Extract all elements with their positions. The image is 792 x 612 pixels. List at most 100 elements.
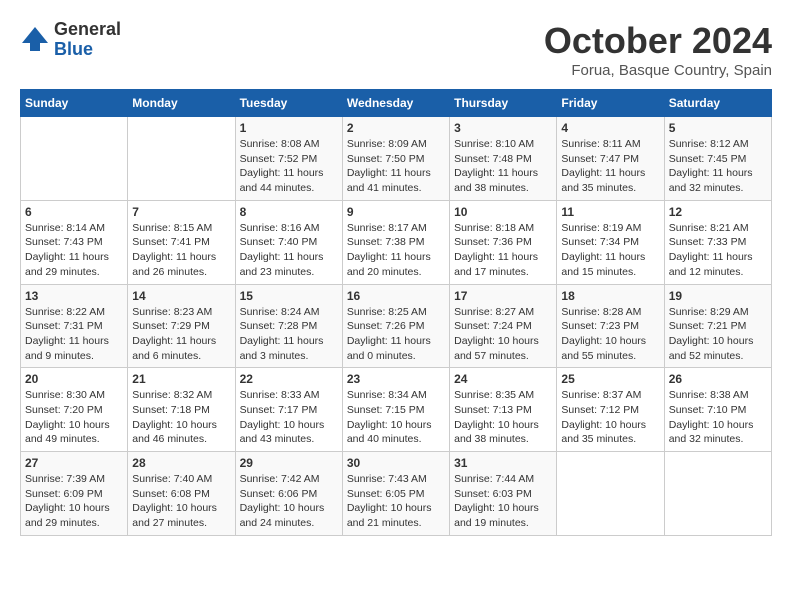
day-number: 26 — [669, 372, 767, 386]
week-row-3: 13 Sunrise: 8:22 AM Sunset: 7:31 PM Dayli… — [21, 284, 772, 368]
day-detail: Sunrise: 8:21 AM Sunset: 7:33 PM Dayligh… — [669, 221, 767, 280]
day-cell: 4 Sunrise: 8:11 AM Sunset: 7:47 PM Daylig… — [557, 117, 664, 201]
day-number: 31 — [454, 456, 552, 470]
day-detail: Sunrise: 8:16 AM Sunset: 7:40 PM Dayligh… — [240, 221, 338, 280]
day-detail: Sunrise: 8:10 AM Sunset: 7:48 PM Dayligh… — [454, 137, 552, 196]
day-cell: 9 Sunrise: 8:17 AM Sunset: 7:38 PM Daylig… — [342, 200, 449, 284]
day-detail: Sunrise: 8:15 AM Sunset: 7:41 PM Dayligh… — [132, 221, 230, 280]
day-cell: 2Sunrise: 8:09 AM Sunset: 7:50 PM Daylig… — [342, 117, 449, 201]
day-detail: Sunrise: 8:27 AM Sunset: 7:24 PM Dayligh… — [454, 305, 552, 364]
day-cell: 7Sunrise: 8:15 AM Sunset: 7:41 PM Daylig… — [128, 200, 235, 284]
day-cell: 29 Sunrise: 7:42 AM Sunset: 6:06 PM Dayli… — [235, 452, 342, 536]
day-cell: 17Sunrise: 8:27 AM Sunset: 7:24 PM Dayli… — [450, 284, 557, 368]
day-detail: Sunrise: 7:40 AM Sunset: 6:08 PM Dayligh… — [132, 472, 230, 531]
day-detail: Sunrise: 8:25 AM Sunset: 7:26 PM Dayligh… — [347, 305, 445, 364]
day-number: 12 — [669, 205, 767, 219]
day-detail: Sunrise: 8:18 AM Sunset: 7:36 PM Dayligh… — [454, 221, 552, 280]
day-detail: Sunrise: 8:28 AM Sunset: 7:23 PM Dayligh… — [561, 305, 659, 364]
day-cell: 26 Sunrise: 8:38 AM Sunset: 7:10 PM Dayli… — [664, 368, 771, 452]
day-detail: Sunrise: 8:33 AM Sunset: 7:17 PM Dayligh… — [240, 388, 338, 447]
day-cell — [557, 452, 664, 536]
day-cell: 10 Sunrise: 8:18 AM Sunset: 7:36 PM Dayli… — [450, 200, 557, 284]
day-cell: 30 Sunrise: 7:43 AM Sunset: 6:05 PM Dayli… — [342, 452, 449, 536]
day-number: 16 — [347, 289, 445, 303]
day-number: 22 — [240, 372, 338, 386]
day-number: 11 — [561, 205, 659, 219]
day-detail: Sunrise: 8:38 AM Sunset: 7:10 PM Dayligh… — [669, 388, 767, 447]
day-detail: Sunrise: 7:42 AM Sunset: 6:06 PM Dayligh… — [240, 472, 338, 531]
weekday-saturday: Saturday — [664, 90, 771, 117]
day-number: 29 — [240, 456, 338, 470]
day-cell: 6 Sunrise: 8:14 AM Sunset: 7:43 PM Daylig… — [21, 200, 128, 284]
day-detail: Sunrise: 8:37 AM Sunset: 7:12 PM Dayligh… — [561, 388, 659, 447]
day-cell: 25 Sunrise: 8:37 AM Sunset: 7:12 PM Dayli… — [557, 368, 664, 452]
day-number: 6 — [25, 205, 123, 219]
day-cell: 28 Sunrise: 7:40 AM Sunset: 6:08 PM Dayli… — [128, 452, 235, 536]
week-row-4: 20Sunrise: 8:30 AM Sunset: 7:20 PM Dayli… — [21, 368, 772, 452]
weekday-wednesday: Wednesday — [342, 90, 449, 117]
day-number: 1 — [240, 121, 338, 135]
day-detail: Sunrise: 8:24 AM Sunset: 7:28 PM Dayligh… — [240, 305, 338, 364]
weekday-header-row: SundayMondayTuesdayWednesdayThursdayFrid… — [21, 90, 772, 117]
location: Forua, Basque Country, Spain — [544, 62, 772, 79]
day-cell: 15Sunrise: 8:24 AM Sunset: 7:28 PM Dayli… — [235, 284, 342, 368]
day-cell: 3Sunrise: 8:10 AM Sunset: 7:48 PM Daylig… — [450, 117, 557, 201]
calendar-body: 1 Sunrise: 8:08 AM Sunset: 7:52 PM Daylig… — [21, 117, 772, 536]
day-detail: Sunrise: 8:30 AM Sunset: 7:20 PM Dayligh… — [25, 388, 123, 447]
day-detail: Sunrise: 8:22 AM Sunset: 7:31 PM Dayligh… — [25, 305, 123, 364]
day-number: 19 — [669, 289, 767, 303]
day-number: 30 — [347, 456, 445, 470]
day-cell: 21Sunrise: 8:32 AM Sunset: 7:18 PM Dayli… — [128, 368, 235, 452]
day-detail: Sunrise: 8:14 AM Sunset: 7:43 PM Dayligh… — [25, 221, 123, 280]
day-cell: 19Sunrise: 8:29 AM Sunset: 7:21 PM Dayli… — [664, 284, 771, 368]
weekday-tuesday: Tuesday — [235, 90, 342, 117]
day-cell: 27 Sunrise: 7:39 AM Sunset: 6:09 PM Dayli… — [21, 452, 128, 536]
logo-text: General Blue — [54, 20, 121, 60]
day-detail: Sunrise: 7:39 AM Sunset: 6:09 PM Dayligh… — [25, 472, 123, 531]
day-number: 18 — [561, 289, 659, 303]
title-block: October 2024 Forua, Basque Country, Spai… — [544, 20, 772, 79]
day-cell — [21, 117, 128, 201]
day-cell: 31 Sunrise: 7:44 AM Sunset: 6:03 PM Dayli… — [450, 452, 557, 536]
day-cell: 24Sunrise: 8:35 AM Sunset: 7:13 PM Dayli… — [450, 368, 557, 452]
day-detail: Sunrise: 8:17 AM Sunset: 7:38 PM Dayligh… — [347, 221, 445, 280]
page-header: General Blue October 2024 Forua, Basque … — [20, 20, 772, 79]
day-detail: Sunrise: 7:44 AM Sunset: 6:03 PM Dayligh… — [454, 472, 552, 531]
day-number: 9 — [347, 205, 445, 219]
day-detail: Sunrise: 7:43 AM Sunset: 6:05 PM Dayligh… — [347, 472, 445, 531]
day-cell — [128, 117, 235, 201]
day-cell: 5Sunrise: 8:12 AM Sunset: 7:45 PM Daylig… — [664, 117, 771, 201]
day-cell: 8 Sunrise: 8:16 AM Sunset: 7:40 PM Daylig… — [235, 200, 342, 284]
day-cell: 22 Sunrise: 8:33 AM Sunset: 7:17 PM Dayli… — [235, 368, 342, 452]
day-detail: Sunrise: 8:35 AM Sunset: 7:13 PM Dayligh… — [454, 388, 552, 447]
day-cell: 14Sunrise: 8:23 AM Sunset: 7:29 PM Dayli… — [128, 284, 235, 368]
day-number: 23 — [347, 372, 445, 386]
day-number: 21 — [132, 372, 230, 386]
week-row-2: 6 Sunrise: 8:14 AM Sunset: 7:43 PM Daylig… — [21, 200, 772, 284]
day-number: 27 — [25, 456, 123, 470]
day-detail: Sunrise: 8:11 AM Sunset: 7:47 PM Dayligh… — [561, 137, 659, 196]
day-cell — [664, 452, 771, 536]
weekday-monday: Monday — [128, 90, 235, 117]
day-number: 4 — [561, 121, 659, 135]
weekday-friday: Friday — [557, 90, 664, 117]
weekday-thursday: Thursday — [450, 90, 557, 117]
day-number: 13 — [25, 289, 123, 303]
day-cell: 20Sunrise: 8:30 AM Sunset: 7:20 PM Dayli… — [21, 368, 128, 452]
calendar-table: SundayMondayTuesdayWednesdayThursdayFrid… — [20, 89, 772, 536]
week-row-1: 1 Sunrise: 8:08 AM Sunset: 7:52 PM Daylig… — [21, 117, 772, 201]
day-detail: Sunrise: 8:19 AM Sunset: 7:34 PM Dayligh… — [561, 221, 659, 280]
day-cell: 13 Sunrise: 8:22 AM Sunset: 7:31 PM Dayli… — [21, 284, 128, 368]
day-number: 8 — [240, 205, 338, 219]
day-cell: 11 Sunrise: 8:19 AM Sunset: 7:34 PM Dayli… — [557, 200, 664, 284]
day-detail: Sunrise: 8:08 AM Sunset: 7:52 PM Dayligh… — [240, 137, 338, 196]
day-number: 14 — [132, 289, 230, 303]
day-cell: 23Sunrise: 8:34 AM Sunset: 7:15 PM Dayli… — [342, 368, 449, 452]
logo-blue: Blue — [54, 40, 121, 60]
day-number: 10 — [454, 205, 552, 219]
day-number: 25 — [561, 372, 659, 386]
month-title: October 2024 — [544, 20, 772, 62]
day-number: 5 — [669, 121, 767, 135]
week-row-5: 27 Sunrise: 7:39 AM Sunset: 6:09 PM Dayli… — [21, 452, 772, 536]
day-number: 28 — [132, 456, 230, 470]
